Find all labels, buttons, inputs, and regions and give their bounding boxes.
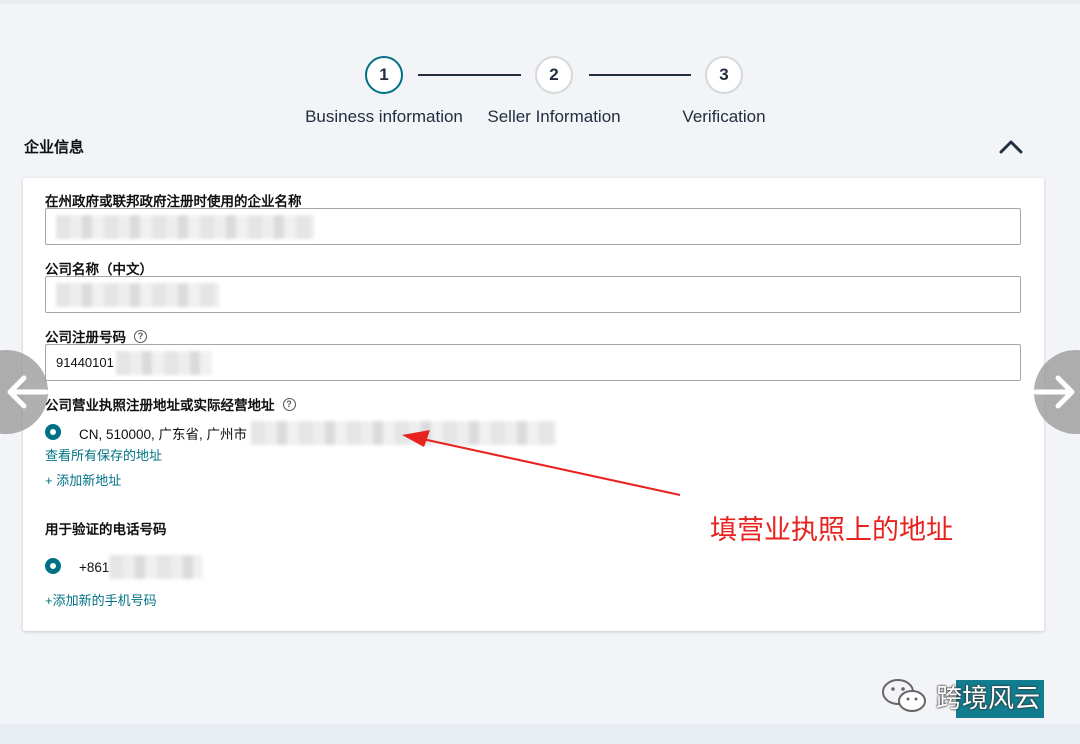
phone-value: +861 bbox=[79, 559, 110, 575]
phone-option-text: +861 bbox=[79, 555, 204, 579]
address-label-text: 公司营业执照注册地址或实际经营地址 bbox=[45, 398, 275, 413]
step-3-label: Verification bbox=[682, 107, 766, 126]
section-title: 企业信息 bbox=[24, 139, 85, 156]
registration-number-label-text: 公司注册号码 bbox=[45, 330, 126, 345]
business-name-label-text: 在州政府或联邦政府注册时使用的企业名称 bbox=[45, 194, 302, 209]
previous-arrow-icon[interactable] bbox=[0, 350, 49, 434]
redacted-value bbox=[115, 350, 212, 375]
next-arrow-icon[interactable] bbox=[1033, 350, 1080, 434]
redacted-value bbox=[56, 282, 219, 307]
registration-number-input[interactable]: 91440101 bbox=[45, 344, 1021, 381]
registration-number-value: 91440101 bbox=[56, 355, 114, 370]
company-name-cn-label: 公司名称（中文） bbox=[45, 258, 153, 278]
redacted-value bbox=[251, 421, 557, 445]
phone-label: 用于验证的电话号码 bbox=[45, 518, 167, 538]
business-info-card: 在州政府或联邦政府注册时使用的企业名称 公司名称（中文） 公司注册号码 ? 91… bbox=[23, 178, 1044, 631]
view-saved-addresses-link[interactable]: 查看所有保存的地址 bbox=[45, 445, 162, 464]
phone-radio-selected[interactable] bbox=[45, 558, 61, 574]
step-connector-2 bbox=[589, 74, 691, 76]
registration-number-label: 公司注册号码 ? bbox=[45, 326, 147, 346]
redacted-value bbox=[56, 214, 314, 239]
business-name-input[interactable] bbox=[45, 208, 1021, 245]
add-new-phone-link[interactable]: +添加新的手机号码 bbox=[45, 590, 157, 609]
address-label: 公司营业执照注册地址或实际经营地址 ? bbox=[45, 394, 296, 414]
annotation-text: 填营业执照上的地址 bbox=[710, 515, 953, 546]
redacted-value bbox=[109, 555, 204, 579]
top-divider bbox=[0, 0, 1080, 4]
help-icon[interactable]: ? bbox=[282, 397, 296, 411]
company-name-cn-label-text: 公司名称（中文） bbox=[45, 262, 153, 277]
address-value: CN, 510000, 广东省, 广州市 bbox=[79, 427, 248, 442]
step-2-number: 2 bbox=[549, 65, 559, 84]
step-1-number: 1 bbox=[379, 65, 389, 84]
phone-label-text: 用于验证的电话号码 bbox=[45, 522, 167, 537]
step-1-label: Business information bbox=[305, 107, 463, 126]
watermark: 跨境风云 bbox=[880, 676, 1040, 716]
company-name-cn-input[interactable] bbox=[45, 276, 1021, 313]
step-2-label: Seller Information bbox=[487, 107, 621, 126]
business-name-label: 在州政府或联邦政府注册时使用的企业名称 bbox=[45, 190, 302, 210]
step-3-circle: 3 bbox=[705, 56, 743, 94]
collapse-chevron-up-icon[interactable] bbox=[998, 136, 1024, 158]
progress-stepper: 1 2 3 Business information Seller Inform… bbox=[0, 56, 1080, 136]
step-1-circle: 1 bbox=[365, 56, 403, 94]
step-3-number: 3 bbox=[719, 65, 729, 84]
step-connector-1 bbox=[418, 74, 521, 76]
bottom-bar bbox=[0, 724, 1080, 744]
address-option-text: CN, 510000, 广东省, 广州市 bbox=[79, 421, 557, 445]
step-2-circle: 2 bbox=[535, 56, 573, 94]
add-new-address-link[interactable]: + 添加新地址 bbox=[45, 470, 121, 489]
wechat-icon bbox=[882, 679, 926, 712]
help-icon[interactable]: ? bbox=[134, 329, 147, 343]
watermark-text: 跨境风云 bbox=[936, 683, 1041, 714]
